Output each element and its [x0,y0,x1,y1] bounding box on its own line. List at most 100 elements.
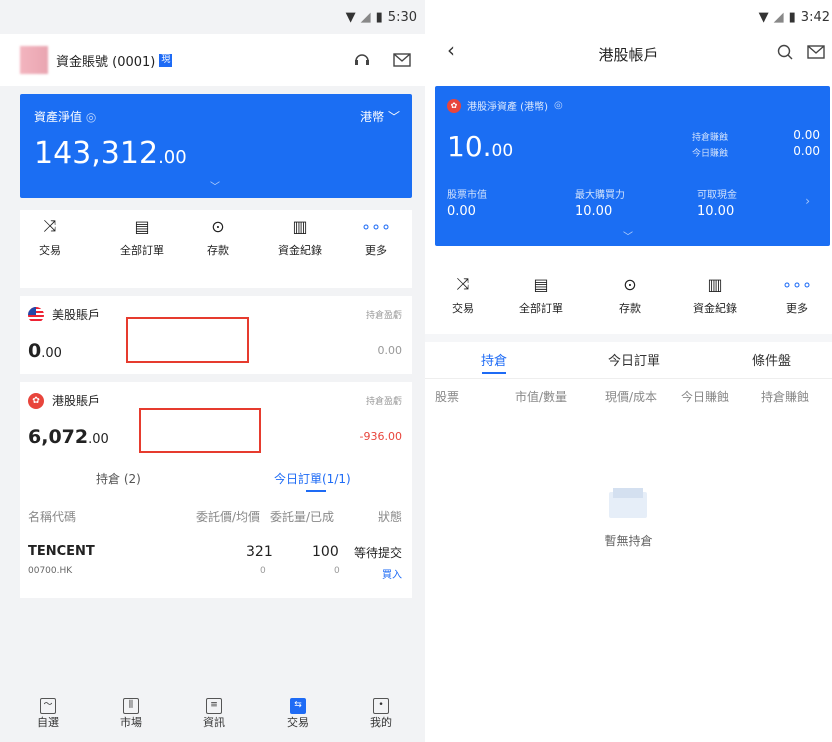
tab-holdings[interactable]: 持倉 [481,350,507,369]
account-header: 資金賬號 (0001) 現 [0,34,425,86]
stat-value: 0.00 [447,204,476,219]
bottom-nav: 〜自選 ⫼ 市場 ≡ 資訊 ⇆ 交易 • 我的 [0,690,425,742]
deposit-icon: ⊙ [211,217,225,236]
more-action[interactable]: ∘∘∘ 更多 [767,268,827,316]
today-pl-value: 0.00 [793,144,820,158]
order-qty-sub: 0 [334,566,340,576]
stat-label: 最大購買力 [575,190,625,201]
tab-today-orders[interactable]: 今日訂單(1/1) [274,470,351,487]
all-orders-action[interactable]: ▤ 全部訂單 [112,210,172,258]
empty-box-icon [605,486,651,520]
action-row: ⤨ 交易 ▤ 全部訂單 ⊙ 存款 ▥ 資金紀錄 ∘∘∘ 更多 [20,210,412,288]
us-pl-link[interactable]: 持倉盈虧 [366,308,402,321]
tab-conditional[interactable]: 條件盤 [752,350,791,369]
hk-flag-icon: ✿ [28,392,44,409]
headset-icon[interactable] [352,50,372,70]
order-side: 買入 [382,570,402,581]
card-value-decimal: 00 [491,141,514,161]
page-title: 港股帳戶 [598,46,659,64]
fund-record-action[interactable]: ▥ 資金紀錄 [270,210,330,258]
bars-icon: ⫼ [123,698,139,714]
hk-account-name[interactable]: 港股賬戶 [52,392,100,409]
shuffle-icon: ⤨ [43,216,57,235]
card-value: 10. [447,130,492,163]
redaction-box [126,317,249,363]
action-row: ⤨ 交易 ▤ 全部訂單 ⊙ 存款 ▥ 資金紀錄 ∘∘∘ 更多 [425,268,832,324]
more-icon: ∘∘∘ [781,275,813,294]
more-action[interactable]: ∘∘∘ 更多 [346,210,406,258]
cash-badge: 現 [159,54,173,67]
divider [425,378,832,379]
record-icon: ▥ [292,217,308,236]
col-price-cost[interactable]: 現價/成本 [605,388,657,405]
nav-news[interactable]: ≡ 資訊 [194,698,234,730]
order-price: 321 [246,544,273,560]
avatar[interactable] [20,46,48,74]
mail-icon[interactable] [806,42,826,62]
deposit-action[interactable]: ⊙ 存款 [600,268,660,316]
us-pl: 0.00 [377,344,403,357]
eye-icon[interactable]: ◎ [554,100,563,111]
asset-card[interactable]: 資產淨值 ◎ 港幣 ﹀ 143,312.00 ﹀ [20,94,412,198]
order-qty: 100 [312,544,339,560]
hold-pl-label: 持倉賺蝕 [692,133,729,143]
hk-pl-link[interactable]: 持倉盈虧 [366,394,402,407]
asset-value: 143,312 [34,136,159,171]
battery-icon: ▮ [375,10,383,25]
battery-icon: ▮ [788,10,796,25]
search-icon[interactable] [775,42,795,62]
mail-icon[interactable] [392,50,412,70]
wifi-icon: ▼ [345,10,356,25]
right-screen: ▼ ◢ ▮ 3:42 ‹ 港股帳戶 ✿ 港股淨資產 (港幣) ◎ 10.00 持倉賺蝕 0… [425,0,832,742]
all-orders-action[interactable]: ▤ 全部訂單 [511,268,571,316]
hold-pl-value: 0.00 [793,128,820,142]
status-time: 3:42 [800,10,830,25]
col-name: 名稱代碼 [28,510,77,524]
col-hold-pl[interactable]: 持倉賺蝕 [761,388,809,405]
status-bar: ▼ ◢ ▮ 5:30 [0,0,425,34]
col-qty: 委託量/已成 [270,510,335,524]
nav-trade[interactable]: ⇆ 交易 [278,698,318,730]
chevron-right-icon[interactable]: › [805,194,810,208]
expand-chevron-icon[interactable]: ﹀ [623,228,633,243]
nav-watchlist[interactable]: 〜自選 [28,698,68,730]
col-market-value[interactable]: 市值/數量 [515,388,567,405]
stock-name: TENCENT [28,544,95,559]
col-price: 委託價/均價 [196,510,261,524]
card-label: 港股淨資產 (港幣) [467,102,548,113]
tab-today-orders[interactable]: 今日訂單 [608,350,660,369]
chart-icon: 〜 [40,698,56,714]
expand-chevron-icon[interactable]: ﹀ [210,178,220,193]
eye-icon[interactable]: ◎ [86,110,96,124]
profile-icon: • [373,698,389,714]
fund-record-action[interactable]: ▥ 資金紀錄 [685,268,745,316]
currency-select[interactable]: 港幣 [360,110,384,124]
col-today-pl[interactable]: 今日賺蝕 [681,388,729,405]
tab-underline [482,372,506,374]
tab-holdings[interactable]: 持倉 (2) [96,470,141,487]
hk-flag-icon: ✿ [447,98,461,113]
deposit-action[interactable]: ⊙ 存款 [188,210,248,258]
redaction-box [139,408,261,453]
hk-asset-card[interactable]: ✿ 港股淨資產 (港幣) ◎ 10.00 持倉賺蝕 0.00 今日賺蝕 0.00 股… [435,86,830,246]
trade-action[interactable]: ⤨ 交易 [20,210,80,258]
nav-profile[interactable]: • 我的 [361,698,401,730]
col-status: 狀態 [377,510,402,524]
stat-value: 10.00 [697,204,735,219]
us-value: 0 [28,340,42,362]
nav-market[interactable]: ⫼ 市場 [111,698,151,730]
signal-icon: ◢ [360,10,371,25]
order-price-sub: 0 [260,566,266,576]
account-number[interactable]: 資金賬號 (0001) [56,51,155,70]
order-status: 等待提交 [353,546,402,560]
us-flag-icon [28,306,44,323]
asset-label: 資產淨值 [34,110,83,124]
table-row[interactable]: TENCENT 00700.HK 321 0 100 0 等待提交 買入 [20,542,412,586]
tab-underline [306,490,326,492]
col-stock: 股票 [435,390,460,404]
more-icon: ∘∘∘ [360,217,392,236]
stat-label: 股票市值 [447,190,487,201]
hk-value-decimal: .00 [88,432,109,447]
trade-action[interactable]: ⤨ 交易 [433,268,493,316]
record-icon: ▥ [707,275,723,294]
